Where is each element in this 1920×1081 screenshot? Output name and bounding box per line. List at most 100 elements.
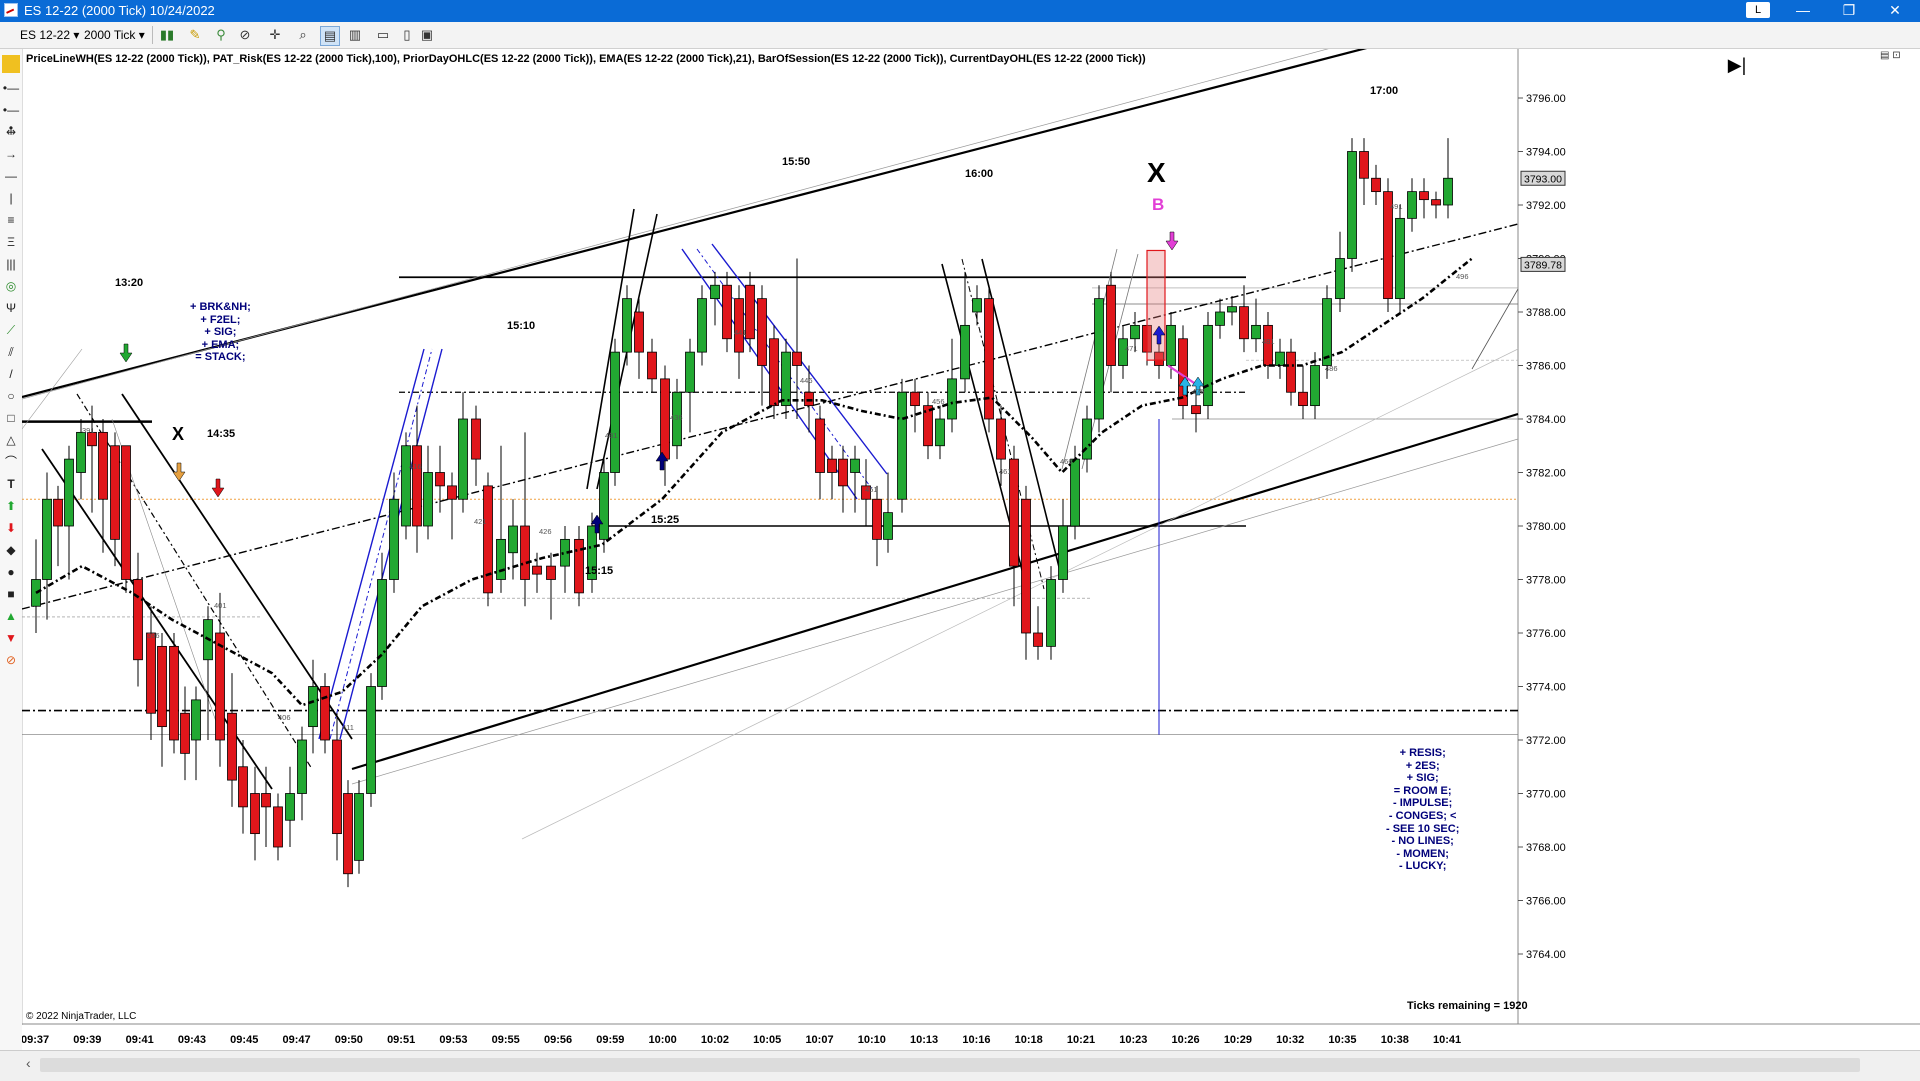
horizontal-scrollbar[interactable]: ‹ xyxy=(0,1050,1920,1081)
indicators-icon[interactable]: ⚲ xyxy=(212,26,230,44)
price-tick-label: 3788.00 xyxy=(1526,307,1566,319)
arrow-line-icon[interactable]: → xyxy=(2,145,20,163)
candle-up xyxy=(947,378,957,420)
trend-channel-icon[interactable]: / xyxy=(2,365,20,383)
copyright-label: © 2022 NinjaTrader, LLC xyxy=(26,1011,136,1022)
price-axis-panel xyxy=(1518,49,1920,1050)
arrow-orange-down xyxy=(172,462,186,482)
restore-button[interactable]: ❐ xyxy=(1826,0,1872,22)
strategies-icon[interactable]: ⊘ xyxy=(236,26,254,44)
time-tick-label: 10:26 xyxy=(1172,1034,1200,1046)
ruler-icon[interactable] xyxy=(2,55,20,73)
text-icon[interactable]: T xyxy=(2,475,20,493)
price-tick-label: 3778.00 xyxy=(1526,575,1566,587)
templates-icon[interactable]: ▭ xyxy=(374,26,392,44)
chevron-down-icon: ▾ xyxy=(73,28,80,42)
workspace-icon[interactable]: ▯ xyxy=(398,26,416,44)
chart-toolbar: ES 12-22 ▾ 2000 Tick ▾ ▮▮ ✎ ⚲ ⊘ ✛ ⌕ ▤ ▥ … xyxy=(0,22,1920,49)
line-icon[interactable]: •— xyxy=(2,79,20,97)
bar-number-label: 486 xyxy=(1325,364,1338,373)
rectangle-icon[interactable]: □ xyxy=(2,409,20,427)
bar-number-label: 391 xyxy=(82,426,95,435)
link-button[interactable]: L xyxy=(1746,2,1770,18)
candle-up xyxy=(389,498,399,580)
arrow-down-icon[interactable]: ⬇ xyxy=(2,519,20,537)
zoom-icon[interactable]: ⌕ xyxy=(294,26,312,44)
fib-circle-icon[interactable]: ◎ xyxy=(2,277,20,295)
scroll-left-icon[interactable]: ‹ xyxy=(26,1055,31,1071)
extended-line-icon[interactable]: ⇹ xyxy=(2,123,20,141)
price-tick-label: 3772.00 xyxy=(1526,735,1566,747)
instrument-selector[interactable]: ES 12-22 ▾ xyxy=(20,26,79,44)
time-tick-label: 09:45 xyxy=(230,1034,258,1046)
down-channel-line xyxy=(41,448,273,790)
candle-up xyxy=(1335,258,1345,300)
time-tick-label: 09:47 xyxy=(282,1034,310,1046)
candle-down xyxy=(1419,191,1429,201)
arrow-up-icon[interactable]: ⬆ xyxy=(2,497,20,515)
candle-down xyxy=(1191,405,1201,415)
andrews-pitchfork-icon[interactable]: Ψ xyxy=(2,299,20,317)
vertical-line-icon[interactable]: | xyxy=(2,189,20,207)
candle-down xyxy=(157,645,167,728)
close-button[interactable]: ✕ xyxy=(1872,0,1918,22)
fib-time-icon[interactable]: ||| xyxy=(2,255,20,273)
square-icon[interactable]: ■ xyxy=(2,585,20,603)
scroll-to-end-button[interactable]: ▶| xyxy=(1722,55,1752,77)
ellipse-icon[interactable]: ○ xyxy=(2,387,20,405)
fib-retracement-icon[interactable]: ≡ xyxy=(2,211,20,229)
candle-down xyxy=(121,445,131,580)
price-chart[interactable]: XXB13:2014:3515:1015:1515:2515:5016:0017… xyxy=(22,49,1920,1050)
session-time-label: 15:10 xyxy=(507,320,535,332)
candle-up xyxy=(42,498,52,580)
regression-channel-icon[interactable]: ⫽ xyxy=(2,343,20,361)
interval-selector[interactable]: 2000 Tick ▾ xyxy=(84,26,145,44)
drawing-tools-panel: •— •—• ⇹ → — | ≡ Ξ ||| ◎ Ψ ⟋ ⫽ / ○ □ △ ⌒… xyxy=(0,49,23,1050)
candle-up xyxy=(1251,324,1261,340)
data-box-icon[interactable]: ▤ xyxy=(320,26,340,46)
time-tick-label: 10:21 xyxy=(1067,1034,1095,1046)
panel-icons[interactable]: ▤ ⊡ xyxy=(1880,50,1901,61)
horizontal-line-icon[interactable]: — xyxy=(2,167,20,185)
candle-up xyxy=(1203,324,1213,407)
region-icon[interactable]: ⊘ xyxy=(2,651,20,669)
dot-icon[interactable]: ● xyxy=(2,563,20,581)
properties-icon[interactable]: ▣ xyxy=(418,26,436,44)
candle-down xyxy=(574,538,584,594)
pencil-icon[interactable]: ✎ xyxy=(186,26,204,44)
note-left-line: + F2EL; xyxy=(200,313,241,326)
candle-down xyxy=(146,632,156,714)
triangle-up-icon[interactable]: ▲ xyxy=(2,607,20,625)
candle-up xyxy=(897,391,907,500)
fib-extension-icon[interactable]: Ξ xyxy=(2,233,20,251)
note-right-line: - IMPULSE; xyxy=(1393,797,1453,810)
triangle-icon[interactable]: △ xyxy=(2,431,20,449)
toolbar-separator xyxy=(152,26,153,44)
candle-down xyxy=(815,418,825,473)
chart-area[interactable]: X X B 13:20 14:35 15:10 15:15 15:25 15:50 16:00 17… xyxy=(22,49,1920,1050)
candle-down xyxy=(1286,351,1296,393)
chart-style-icon[interactable]: ▮▮ xyxy=(158,26,176,44)
time-tick-label: 09:39 xyxy=(73,1034,101,1046)
diamond-icon[interactable]: ◆ xyxy=(2,541,20,559)
ray-icon[interactable]: •—• xyxy=(2,101,20,135)
candle-up xyxy=(297,739,307,794)
bar-number-label: 471 xyxy=(1125,344,1138,353)
bar-number-label: 426 xyxy=(539,527,552,536)
candle-down xyxy=(261,793,271,808)
time-tick-label: 10:02 xyxy=(701,1034,729,1046)
candle-down xyxy=(471,418,481,460)
triangle-down-icon[interactable]: ▼ xyxy=(2,629,20,647)
gann-fan-icon[interactable]: ⟋ xyxy=(2,321,20,339)
chart-trader-icon[interactable]: ▥ xyxy=(346,26,364,44)
crosshair-icon[interactable]: ✛ xyxy=(266,26,284,44)
session-time-label: 17:00 xyxy=(1370,85,1398,97)
app-icon xyxy=(4,3,18,17)
scrollbar-thumb[interactable] xyxy=(40,1058,1860,1072)
marker-x-left: X xyxy=(172,424,184,444)
candle-down xyxy=(1239,306,1249,340)
candle-up xyxy=(308,686,318,728)
arc-icon[interactable]: ⌒ xyxy=(2,453,20,471)
highlight-box xyxy=(1146,249,1166,361)
minimize-button[interactable]: — xyxy=(1780,0,1826,22)
